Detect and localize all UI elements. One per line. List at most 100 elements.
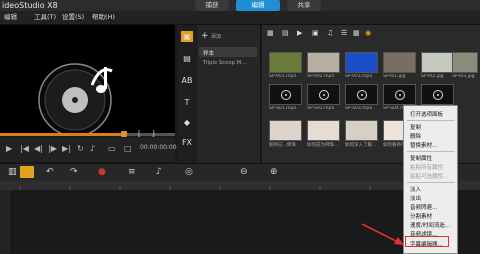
thumb-sp-s02[interactable] — [307, 84, 340, 105]
tab-capture[interactable]: 捕获 — [195, 0, 229, 11]
start-icon[interactable]: |◀ — [20, 144, 29, 153]
timeline-view-icon[interactable] — [20, 166, 34, 178]
fullscreen-icon[interactable]: ▭ — [108, 144, 116, 153]
tab-share[interactable]: 共享 — [287, 0, 321, 11]
zoom-in-icon[interactable]: ⊕ — [270, 167, 278, 177]
snapshot-icon[interactable]: □ — [124, 144, 132, 153]
tab-edit[interactable]: 编辑 — [236, 0, 280, 11]
instant-project-icon[interactable]: ▤ — [181, 53, 193, 64]
menu-item-replace[interactable]: 替换素材... — [410, 141, 437, 149]
menu-separator — [407, 120, 455, 121]
highlight-box — [405, 236, 449, 247]
repeat-icon[interactable]: ↻ — [77, 144, 84, 153]
thumb-caption: SP-I03.jpg — [452, 74, 475, 79]
thumb-sp-s03[interactable] — [345, 84, 378, 105]
thumb-caption: SP-V03.mp4 — [345, 74, 373, 79]
import-folder-icon[interactable]: ▤ — [282, 29, 289, 37]
timecode[interactable]: 00:00:00:00 — [140, 144, 177, 151]
menu-separator — [407, 182, 455, 183]
menu-separator — [407, 151, 455, 152]
menu-item-options[interactable]: 打开选项面板 — [410, 110, 443, 118]
list-view-icon[interactable]: ☰ — [341, 29, 347, 37]
menu-item-copy[interactable]: 复制 — [410, 123, 421, 131]
menu-item-copy-attrs[interactable]: 复制属性 — [410, 154, 432, 162]
mixer-icon[interactable]: ≡ — [128, 167, 136, 177]
menu-item-fade-in[interactable]: 淡入 — [410, 185, 421, 193]
menu-help[interactable]: 帮助(H) — [92, 11, 115, 24]
menu-item-fade-out[interactable]: 淡出 — [410, 194, 421, 202]
storyboard-view-icon[interactable]: ▥ — [8, 167, 17, 177]
menu-edit[interactable]: 编辑 — [4, 11, 17, 24]
sort-icon[interactable]: ◉ — [365, 29, 371, 37]
thumb-caption: SP-S01.mpa — [269, 106, 297, 111]
preview-window[interactable] — [0, 25, 175, 137]
title-bar: ideoStudio X8 捕获 编辑 共享 — [0, 0, 480, 11]
audio-icon — [395, 90, 405, 100]
thumb-video-1[interactable] — [269, 120, 302, 141]
menu-item-paste-selected-attrs[interactable]: 粘贴可选属性... — [410, 172, 448, 180]
thumb-sp-v03[interactable] — [345, 52, 378, 73]
show-photo-icon[interactable]: ▣ — [312, 29, 319, 37]
audio-icon — [357, 90, 367, 100]
folder-item-sample[interactable]: 样本 — [199, 47, 257, 57]
mark-in-icon[interactable]: [ — [138, 130, 141, 138]
audio-icon — [281, 90, 291, 100]
title-icon[interactable]: T — [181, 97, 193, 108]
auto-music-icon[interactable]: ♪ — [156, 167, 162, 177]
prev-frame-icon[interactable]: ◀| — [34, 144, 43, 153]
thumb-sp-v01[interactable] — [269, 52, 302, 73]
mark-out-icon[interactable]: ] — [152, 130, 155, 138]
next-frame-icon[interactable]: |▶ — [48, 144, 57, 153]
red-arrow-annotation — [361, 223, 404, 245]
play-icon[interactable]: ▶ — [6, 144, 12, 153]
transition-icon[interactable]: AB — [181, 75, 193, 86]
thumb-sp-i02[interactable] — [421, 52, 454, 73]
grid-view-icon[interactable]: ▦ — [353, 29, 360, 37]
zoom-out-icon[interactable]: ⊖ — [240, 167, 248, 177]
library-category-bar: ▣ ▤ AB T ◆ FX — [178, 25, 196, 163]
add-folder-icon[interactable]: + — [201, 31, 209, 41]
undo-icon[interactable]: ↶ — [46, 167, 54, 177]
thumb-caption: SP-S03.mpa — [345, 106, 373, 111]
thumb-video-2[interactable] — [307, 120, 340, 141]
menu-tools[interactable]: 工具(T) — [34, 11, 56, 24]
scrub-handle[interactable] — [121, 131, 127, 137]
playback-controls: ▶ |◀ ◀| |▶ ▶| ↻ ♪ ▭ □ 00:00:00:00 — [0, 138, 177, 162]
thumb-sp-v02[interactable] — [307, 52, 340, 73]
thumb-sp-s01[interactable] — [269, 84, 302, 105]
graphics-icon[interactable]: ◆ — [181, 117, 193, 128]
menu-item-split-clip[interactable]: 分割素材 — [410, 212, 432, 220]
volume-icon[interactable]: ♪ — [90, 144, 95, 153]
thumb-sp-s04[interactable] — [383, 84, 416, 105]
thumb-sp-i01[interactable] — [383, 52, 416, 73]
audio-disc-icon — [38, 63, 113, 137]
record-icon[interactable]: ● — [98, 167, 106, 177]
thumb-sp-i03[interactable] — [452, 52, 478, 73]
thumb-caption: SP-S02.mpa — [307, 106, 335, 111]
library-folder-panel: + 添加 样本 Triple Scoop M... — [197, 25, 261, 163]
thumb-sp-s05[interactable] — [421, 84, 454, 105]
show-video-icon[interactable]: ▶ — [297, 29, 302, 37]
motion-icon[interactable]: ◎ — [185, 167, 193, 177]
menu-item-paste-all-attrs[interactable]: 粘贴所有属性 — [410, 163, 443, 171]
menu-item-audio-ducking[interactable]: 音频閃避... — [410, 203, 437, 211]
thumb-caption: SP-V01.mp4 — [269, 74, 297, 79]
fx-icon[interactable]: FX — [181, 137, 193, 148]
thumb-caption: SP-V02.mp4 — [307, 74, 335, 79]
folder-item-triple-scoop[interactable]: Triple Scoop M... — [203, 60, 246, 66]
track-header — [0, 190, 10, 254]
menu-settings[interactable]: 设置(S) — [62, 11, 84, 24]
menu-item-speed[interactable]: 速度/时间流逝... — [410, 221, 450, 229]
context-menu: 打开选项面板 复制 删除 替换素材... 复制属性 粘贴所有属性 粘贴可选属性.… — [403, 105, 458, 254]
menu-bar: 编辑 工具(T) 设置(S) 帮助(H) — [0, 11, 480, 25]
thumb-caption: 如何深入了解... — [345, 143, 377, 148]
show-audio-icon[interactable]: ♫ — [327, 29, 333, 37]
media-icon[interactable]: ▣ — [181, 31, 193, 42]
thumb-video-3[interactable] — [345, 120, 378, 141]
end-icon[interactable]: ▶| — [62, 144, 71, 153]
import-icon[interactable]: ▦ — [267, 29, 274, 37]
scrub-progress — [0, 133, 124, 136]
menu-item-delete[interactable]: 删除 — [410, 132, 421, 140]
add-folder-label: 添加 — [211, 34, 222, 40]
redo-icon[interactable]: ↷ — [70, 167, 78, 177]
